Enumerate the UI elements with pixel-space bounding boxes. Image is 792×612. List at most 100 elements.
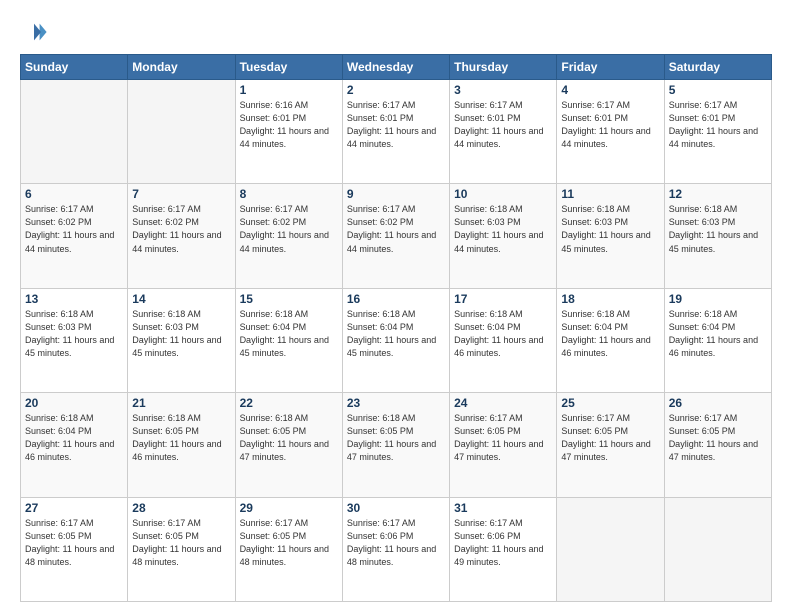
day-number: 30 xyxy=(347,501,445,515)
calendar-cell: 14 Sunrise: 6:18 AMSunset: 6:03 PMDaylig… xyxy=(128,288,235,392)
logo-icon xyxy=(20,18,48,46)
day-info: Sunrise: 6:18 AMSunset: 6:04 PMDaylight:… xyxy=(561,309,650,358)
weekday-monday: Monday xyxy=(128,55,235,80)
calendar-cell: 15 Sunrise: 6:18 AMSunset: 6:04 PMDaylig… xyxy=(235,288,342,392)
day-info: Sunrise: 6:18 AMSunset: 6:04 PMDaylight:… xyxy=(25,413,114,462)
day-number: 13 xyxy=(25,292,123,306)
calendar-cell: 3 Sunrise: 6:17 AMSunset: 6:01 PMDayligh… xyxy=(450,80,557,184)
calendar-cell: 12 Sunrise: 6:18 AMSunset: 6:03 PMDaylig… xyxy=(664,184,771,288)
calendar-cell: 5 Sunrise: 6:17 AMSunset: 6:01 PMDayligh… xyxy=(664,80,771,184)
day-number: 21 xyxy=(132,396,230,410)
day-info: Sunrise: 6:18 AMSunset: 6:04 PMDaylight:… xyxy=(347,309,436,358)
calendar-cell: 8 Sunrise: 6:17 AMSunset: 6:02 PMDayligh… xyxy=(235,184,342,288)
weekday-friday: Friday xyxy=(557,55,664,80)
day-info: Sunrise: 6:18 AMSunset: 6:05 PMDaylight:… xyxy=(132,413,221,462)
day-number: 24 xyxy=(454,396,552,410)
day-number: 11 xyxy=(561,187,659,201)
calendar-cell xyxy=(557,497,664,601)
day-info: Sunrise: 6:17 AMSunset: 6:01 PMDaylight:… xyxy=(561,100,650,149)
calendar-cell: 23 Sunrise: 6:18 AMSunset: 6:05 PMDaylig… xyxy=(342,393,449,497)
calendar-cell: 2 Sunrise: 6:17 AMSunset: 6:01 PMDayligh… xyxy=(342,80,449,184)
day-number: 22 xyxy=(240,396,338,410)
weekday-saturday: Saturday xyxy=(664,55,771,80)
calendar-cell: 6 Sunrise: 6:17 AMSunset: 6:02 PMDayligh… xyxy=(21,184,128,288)
calendar-cell: 27 Sunrise: 6:17 AMSunset: 6:05 PMDaylig… xyxy=(21,497,128,601)
calendar-cell: 11 Sunrise: 6:18 AMSunset: 6:03 PMDaylig… xyxy=(557,184,664,288)
day-number: 18 xyxy=(561,292,659,306)
weekday-header-row: SundayMondayTuesdayWednesdayThursdayFrid… xyxy=(21,55,772,80)
day-number: 28 xyxy=(132,501,230,515)
calendar-cell: 7 Sunrise: 6:17 AMSunset: 6:02 PMDayligh… xyxy=(128,184,235,288)
day-info: Sunrise: 6:17 AMSunset: 6:02 PMDaylight:… xyxy=(132,204,221,253)
week-row-1: 1 Sunrise: 6:16 AMSunset: 6:01 PMDayligh… xyxy=(21,80,772,184)
day-info: Sunrise: 6:18 AMSunset: 6:05 PMDaylight:… xyxy=(347,413,436,462)
day-number: 19 xyxy=(669,292,767,306)
day-info: Sunrise: 6:17 AMSunset: 6:06 PMDaylight:… xyxy=(347,518,436,567)
day-number: 25 xyxy=(561,396,659,410)
day-info: Sunrise: 6:17 AMSunset: 6:02 PMDaylight:… xyxy=(240,204,329,253)
day-number: 23 xyxy=(347,396,445,410)
calendar-cell xyxy=(21,80,128,184)
day-info: Sunrise: 6:18 AMSunset: 6:03 PMDaylight:… xyxy=(25,309,114,358)
calendar-cell: 29 Sunrise: 6:17 AMSunset: 6:05 PMDaylig… xyxy=(235,497,342,601)
day-number: 14 xyxy=(132,292,230,306)
weekday-wednesday: Wednesday xyxy=(342,55,449,80)
day-info: Sunrise: 6:17 AMSunset: 6:05 PMDaylight:… xyxy=(240,518,329,567)
calendar-cell: 19 Sunrise: 6:18 AMSunset: 6:04 PMDaylig… xyxy=(664,288,771,392)
calendar-cell: 10 Sunrise: 6:18 AMSunset: 6:03 PMDaylig… xyxy=(450,184,557,288)
weekday-sunday: Sunday xyxy=(21,55,128,80)
weekday-tuesday: Tuesday xyxy=(235,55,342,80)
day-info: Sunrise: 6:17 AMSunset: 6:05 PMDaylight:… xyxy=(25,518,114,567)
calendar-cell: 26 Sunrise: 6:17 AMSunset: 6:05 PMDaylig… xyxy=(664,393,771,497)
calendar-cell: 16 Sunrise: 6:18 AMSunset: 6:04 PMDaylig… xyxy=(342,288,449,392)
calendar-cell: 18 Sunrise: 6:18 AMSunset: 6:04 PMDaylig… xyxy=(557,288,664,392)
week-row-4: 20 Sunrise: 6:18 AMSunset: 6:04 PMDaylig… xyxy=(21,393,772,497)
day-number: 12 xyxy=(669,187,767,201)
day-info: Sunrise: 6:18 AMSunset: 6:03 PMDaylight:… xyxy=(669,204,758,253)
calendar-cell: 4 Sunrise: 6:17 AMSunset: 6:01 PMDayligh… xyxy=(557,80,664,184)
calendar-cell: 1 Sunrise: 6:16 AMSunset: 6:01 PMDayligh… xyxy=(235,80,342,184)
day-info: Sunrise: 6:18 AMSunset: 6:04 PMDaylight:… xyxy=(669,309,758,358)
calendar-cell: 22 Sunrise: 6:18 AMSunset: 6:05 PMDaylig… xyxy=(235,393,342,497)
page: SundayMondayTuesdayWednesdayThursdayFrid… xyxy=(0,0,792,612)
day-number: 17 xyxy=(454,292,552,306)
calendar-table: SundayMondayTuesdayWednesdayThursdayFrid… xyxy=(20,54,772,602)
calendar-cell: 31 Sunrise: 6:17 AMSunset: 6:06 PMDaylig… xyxy=(450,497,557,601)
day-info: Sunrise: 6:17 AMSunset: 6:02 PMDaylight:… xyxy=(347,204,436,253)
calendar-cell: 25 Sunrise: 6:17 AMSunset: 6:05 PMDaylig… xyxy=(557,393,664,497)
day-info: Sunrise: 6:18 AMSunset: 6:03 PMDaylight:… xyxy=(454,204,543,253)
week-row-3: 13 Sunrise: 6:18 AMSunset: 6:03 PMDaylig… xyxy=(21,288,772,392)
day-info: Sunrise: 6:17 AMSunset: 6:05 PMDaylight:… xyxy=(669,413,758,462)
calendar-cell: 13 Sunrise: 6:18 AMSunset: 6:03 PMDaylig… xyxy=(21,288,128,392)
day-number: 9 xyxy=(347,187,445,201)
day-number: 20 xyxy=(25,396,123,410)
day-info: Sunrise: 6:18 AMSunset: 6:04 PMDaylight:… xyxy=(454,309,543,358)
day-number: 2 xyxy=(347,83,445,97)
day-number: 16 xyxy=(347,292,445,306)
day-info: Sunrise: 6:18 AMSunset: 6:03 PMDaylight:… xyxy=(132,309,221,358)
day-number: 3 xyxy=(454,83,552,97)
header xyxy=(20,18,772,46)
day-info: Sunrise: 6:16 AMSunset: 6:01 PMDaylight:… xyxy=(240,100,329,149)
calendar-cell: 20 Sunrise: 6:18 AMSunset: 6:04 PMDaylig… xyxy=(21,393,128,497)
day-info: Sunrise: 6:18 AMSunset: 6:04 PMDaylight:… xyxy=(240,309,329,358)
calendar-cell: 30 Sunrise: 6:17 AMSunset: 6:06 PMDaylig… xyxy=(342,497,449,601)
day-number: 29 xyxy=(240,501,338,515)
day-number: 5 xyxy=(669,83,767,97)
day-number: 4 xyxy=(561,83,659,97)
day-info: Sunrise: 6:17 AMSunset: 6:01 PMDaylight:… xyxy=(347,100,436,149)
calendar-cell: 9 Sunrise: 6:17 AMSunset: 6:02 PMDayligh… xyxy=(342,184,449,288)
calendar-cell xyxy=(664,497,771,601)
day-number: 6 xyxy=(25,187,123,201)
weekday-thursday: Thursday xyxy=(450,55,557,80)
day-number: 1 xyxy=(240,83,338,97)
day-number: 27 xyxy=(25,501,123,515)
day-number: 15 xyxy=(240,292,338,306)
day-info: Sunrise: 6:17 AMSunset: 6:06 PMDaylight:… xyxy=(454,518,543,567)
week-row-5: 27 Sunrise: 6:17 AMSunset: 6:05 PMDaylig… xyxy=(21,497,772,601)
calendar-cell xyxy=(128,80,235,184)
day-number: 26 xyxy=(669,396,767,410)
day-info: Sunrise: 6:17 AMSunset: 6:01 PMDaylight:… xyxy=(454,100,543,149)
day-number: 10 xyxy=(454,187,552,201)
day-info: Sunrise: 6:17 AMSunset: 6:05 PMDaylight:… xyxy=(454,413,543,462)
